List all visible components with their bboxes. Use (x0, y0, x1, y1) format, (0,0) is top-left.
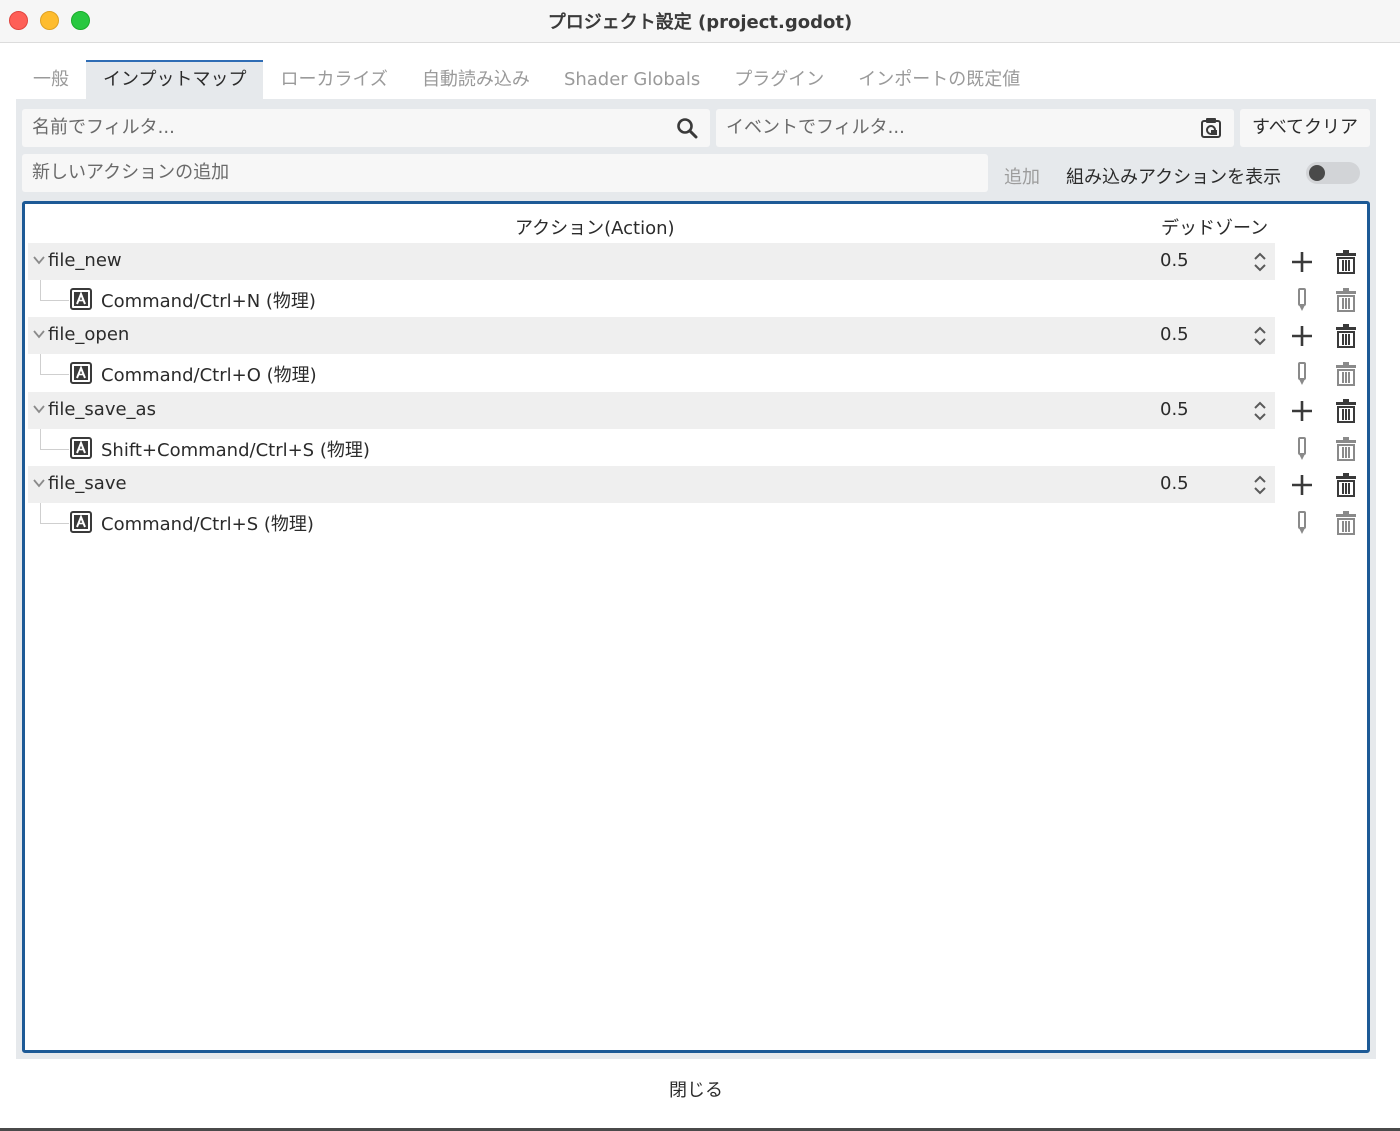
event-row[interactable]: Command/Ctrl+O (物理) (28, 354, 1275, 391)
action-row[interactable]: file_save 0.5 (28, 466, 1275, 503)
trash-icon[interactable] (1335, 324, 1357, 348)
trash-icon[interactable] (1335, 473, 1357, 497)
add-action-button[interactable]: 追加 (1004, 163, 1040, 189)
event-filter-field[interactable] (716, 109, 1234, 147)
add-event-icon[interactable] (1291, 325, 1313, 347)
trash-icon[interactable] (1335, 250, 1357, 274)
spinner-arrows-icon[interactable] (1253, 251, 1267, 273)
pencil-icon[interactable] (1297, 362, 1307, 386)
event-label: Command/Ctrl+O (物理) (101, 365, 317, 386)
event-label: Command/Ctrl+N (物理) (101, 291, 316, 312)
clear-all-button[interactable]: すべてクリア (1240, 109, 1370, 147)
tree-connector (40, 503, 69, 524)
action-tree[interactable]: アクション(Action) デッドゾーン file_new 0.5 Comman… (22, 201, 1370, 1053)
tree-connector (40, 429, 69, 450)
deadzone-value[interactable]: 0.5 (1160, 473, 1189, 494)
tree-connector (40, 280, 69, 301)
action-name: file_new (48, 250, 122, 271)
search-icon (677, 118, 698, 139)
name-filter-field[interactable] (22, 109, 710, 147)
keyboard-key-icon (70, 437, 92, 459)
deadzone-value[interactable]: 0.5 (1160, 399, 1189, 420)
action-name: file_save_as (48, 399, 156, 420)
input-map-panel: すべてクリア 追加 組み込みアクションを表示 アクション(Action) デッド… (16, 99, 1376, 1059)
tab-autoload[interactable]: 自動読み込み (405, 60, 547, 100)
add-event-icon[interactable] (1291, 400, 1313, 422)
name-filter-input[interactable] (32, 109, 643, 146)
listen-event-icon[interactable] (1200, 117, 1222, 139)
spinner-arrows-icon[interactable] (1253, 400, 1267, 422)
trash-icon[interactable] (1335, 511, 1357, 535)
keyboard-key-icon (70, 288, 92, 310)
pencil-icon[interactable] (1297, 288, 1307, 312)
project-settings-window: プロジェクト設定 (project.godot) 一般 インプットマップ ローカ… (0, 0, 1400, 1131)
new-action-input[interactable] (32, 154, 893, 191)
window-title: プロジェクト設定 (project.godot) (547, 12, 853, 33)
deadzone-value[interactable]: 0.5 (1160, 324, 1189, 345)
tab-shader-globals[interactable]: Shader Globals (547, 60, 717, 100)
pencil-icon[interactable] (1297, 437, 1307, 461)
action-name: file_save (48, 473, 127, 494)
chevron-down-icon[interactable] (32, 476, 46, 490)
settings-tabs: 一般 インプットマップ ローカライズ 自動読み込み Shader Globals… (16, 60, 1037, 100)
spinner-arrows-icon[interactable] (1253, 325, 1267, 347)
event-label: Command/Ctrl+S (物理) (101, 514, 314, 535)
event-row[interactable]: Shift+Command/Ctrl+S (物理) (28, 429, 1275, 466)
event-label: Shift+Command/Ctrl+S (物理) (101, 440, 370, 461)
tree-connector (40, 354, 69, 375)
action-row[interactable]: file_open 0.5 (28, 317, 1275, 354)
title-bar: プロジェクト設定 (project.godot) (0, 0, 1400, 43)
show-builtin-toggle[interactable] (1306, 162, 1360, 184)
tab-plugins[interactable]: プラグイン (717, 60, 841, 100)
new-action-field[interactable] (22, 154, 988, 192)
spinner-arrows-icon[interactable] (1253, 474, 1267, 496)
tab-localization[interactable]: ローカライズ (263, 60, 404, 100)
toggle-knob (1309, 165, 1325, 181)
event-filter-input[interactable] (726, 109, 1184, 146)
tab-general[interactable]: 一般 (16, 60, 86, 100)
add-event-icon[interactable] (1291, 474, 1313, 496)
chevron-down-icon[interactable] (32, 253, 46, 267)
pencil-icon[interactable] (1297, 511, 1307, 535)
trash-icon[interactable] (1335, 362, 1357, 386)
trash-icon[interactable] (1335, 288, 1357, 312)
tab-import-defaults[interactable]: インポートの既定値 (841, 60, 1037, 100)
chevron-down-icon[interactable] (32, 402, 46, 416)
show-builtin-label: 組み込みアクションを表示 (1066, 167, 1282, 188)
trash-icon[interactable] (1335, 437, 1357, 461)
keyboard-key-icon (70, 511, 92, 533)
event-row[interactable]: Command/Ctrl+S (物理) (28, 503, 1275, 540)
add-event-icon[interactable] (1291, 251, 1313, 273)
column-header-action: アクション(Action) (515, 218, 675, 239)
tab-input-map[interactable]: インプットマップ (86, 60, 264, 100)
trash-icon[interactable] (1335, 399, 1357, 423)
action-name: file_open (48, 324, 130, 345)
deadzone-value[interactable]: 0.5 (1160, 250, 1189, 271)
column-header-deadzone: デッドゾーン (1161, 218, 1269, 239)
action-row[interactable]: file_new 0.5 (28, 243, 1275, 280)
event-row[interactable]: Command/Ctrl+N (物理) (28, 280, 1275, 317)
close-button[interactable]: 閉じる (600, 1070, 792, 1112)
chevron-down-icon[interactable] (32, 327, 46, 341)
action-row[interactable]: file_save_as 0.5 (28, 392, 1275, 429)
keyboard-key-icon (70, 362, 92, 384)
